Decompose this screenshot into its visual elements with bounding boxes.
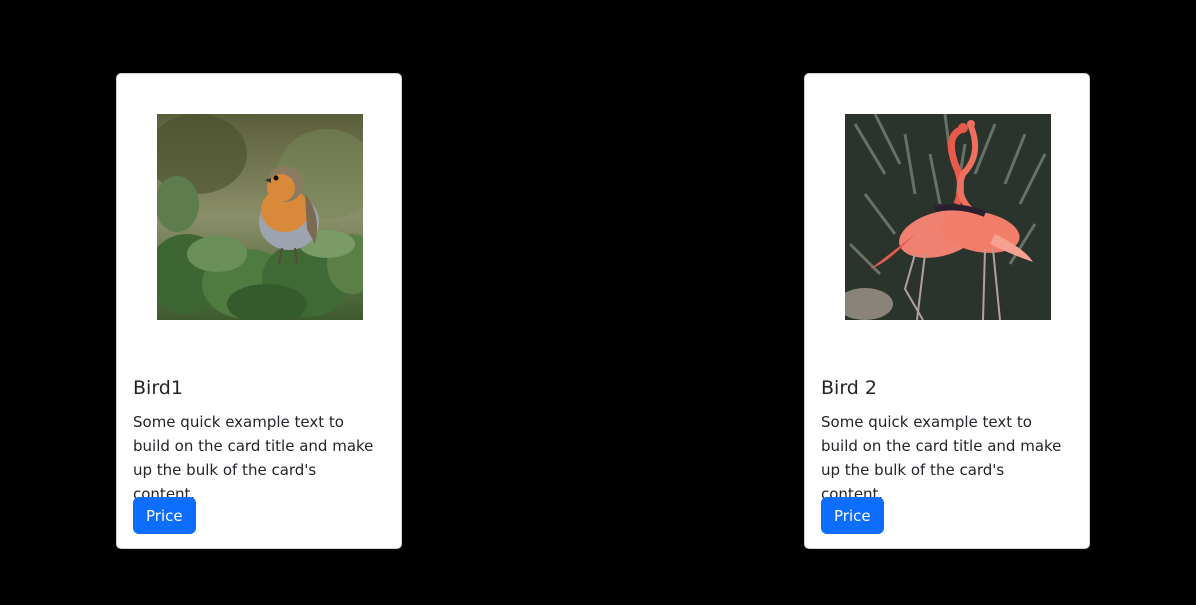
robin-image [157,114,363,320]
price-button[interactable]: Price [821,497,884,534]
bird-card-1: Bird1 Some quick example text to build o… [116,73,402,549]
card-text: Some quick example text to build on the … [821,413,1062,503]
bird-card-2: Bird 2 Some quick example text to build … [804,73,1090,549]
card-title: Bird1 [133,377,183,399]
card-title: Bird 2 [821,377,877,399]
price-button[interactable]: Price [133,497,196,534]
flamingos-image [845,114,1051,320]
card-text: Some quick example text to build on the … [133,413,374,503]
